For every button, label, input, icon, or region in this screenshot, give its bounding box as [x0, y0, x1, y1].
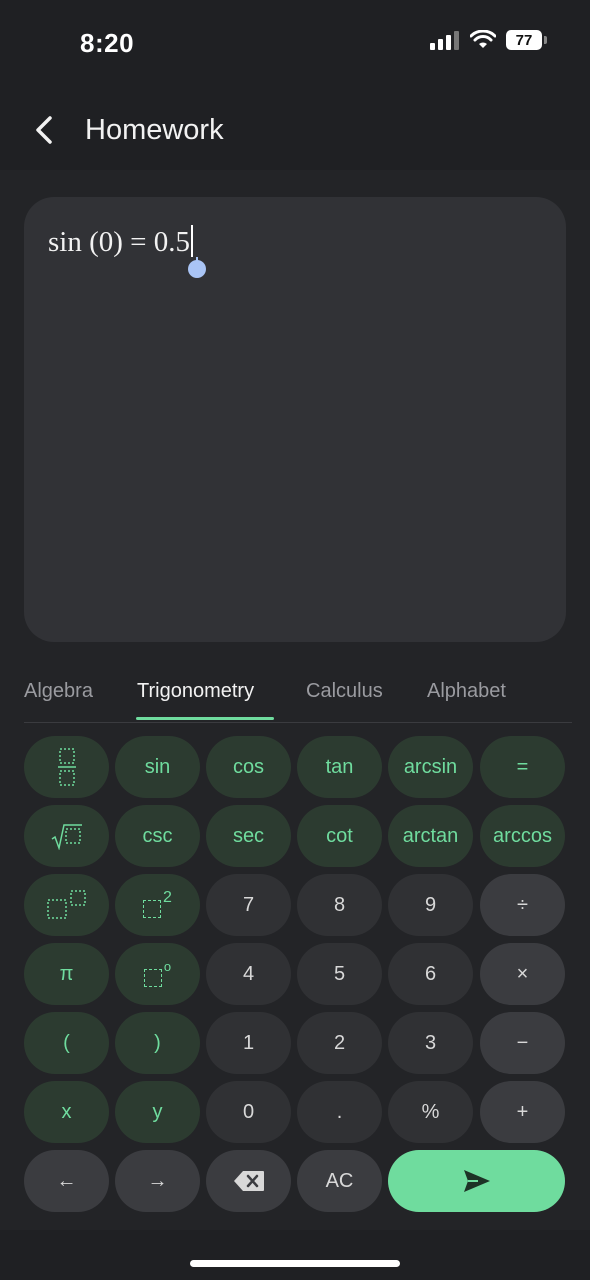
sin-key[interactable]: sin — [115, 736, 200, 798]
status-time: 8:20 — [80, 28, 135, 58]
degree-symbol: o — [163, 958, 172, 974]
status-bar: 8:20 77 — [0, 0, 590, 90]
tab-calculus[interactable]: Calculus — [306, 680, 383, 703]
backspace-icon — [233, 1171, 264, 1191]
sqrt-icon — [51, 824, 82, 850]
digit-1-key[interactable]: 1 — [206, 1012, 291, 1074]
battery-icon: 77 — [506, 30, 547, 50]
digit-0-key[interactable]: 0 — [206, 1081, 291, 1143]
arcsin-key[interactable]: arcsin — [388, 736, 473, 798]
tab-trigonometry[interactable]: Trigonometry — [137, 680, 254, 703]
tan-key[interactable]: tan — [297, 736, 382, 798]
text-caret — [191, 225, 194, 257]
digit-3-key[interactable]: 3 — [388, 1012, 473, 1074]
y-variable-key[interactable]: y — [115, 1081, 200, 1143]
x-variable-key[interactable]: x — [24, 1081, 109, 1143]
decimal-key[interactable]: . — [297, 1081, 382, 1143]
arccos-key[interactable]: arccos — [480, 805, 565, 867]
degree-key[interactable]: o — [115, 943, 200, 1005]
equation-input[interactable]: sin (0) = 0.5 — [48, 225, 194, 259]
equals-key[interactable]: = — [480, 736, 565, 798]
back-arrow-icon[interactable] — [30, 112, 62, 148]
fraction-key[interactable] — [24, 736, 109, 798]
square-key[interactable]: 2 — [115, 874, 200, 936]
fraction-icon — [57, 748, 76, 786]
digit-2-key[interactable]: 2 — [297, 1012, 382, 1074]
open-paren-key[interactable]: ( — [24, 1012, 109, 1074]
cos-key[interactable]: cos — [206, 736, 291, 798]
plus-key[interactable]: + — [480, 1081, 565, 1143]
divide-key[interactable]: ÷ — [480, 874, 565, 936]
cursor-left-key[interactable]: ← — [24, 1150, 109, 1212]
csc-key[interactable]: csc — [115, 805, 200, 867]
cursor-right-key[interactable]: → — [115, 1150, 200, 1212]
close-paren-key[interactable]: ) — [115, 1012, 200, 1074]
sqrt-key[interactable] — [24, 805, 109, 867]
power-icon — [46, 890, 86, 919]
active-tab-indicator — [136, 717, 274, 720]
all-clear-key[interactable]: AC — [297, 1150, 382, 1212]
arctan-key[interactable]: arctan — [388, 805, 473, 867]
digit-5-key[interactable]: 5 — [297, 943, 382, 1005]
page-title: Homework — [85, 114, 224, 146]
app-bar: Homework — [0, 90, 590, 170]
tab-alphabet[interactable]: Alphabet — [427, 680, 506, 703]
square-base-icon — [143, 900, 162, 918]
digit-8-key[interactable]: 8 — [297, 874, 382, 936]
home-indicator[interactable] — [190, 1260, 400, 1267]
status-icons: 77 — [430, 30, 547, 50]
cot-key[interactable]: cot — [297, 805, 382, 867]
multiply-key[interactable]: × — [480, 943, 565, 1005]
digit-4-key[interactable]: 4 — [206, 943, 291, 1005]
signal-icon — [430, 31, 459, 50]
digit-7-key[interactable]: 7 — [206, 874, 291, 936]
equation-text: sin (0) = 0.5 — [48, 226, 191, 258]
pi-key[interactable]: π — [24, 943, 109, 1005]
send-icon — [463, 1170, 490, 1192]
sec-key[interactable]: sec — [206, 805, 291, 867]
backspace-key[interactable] — [206, 1150, 291, 1212]
submit-button[interactable] — [388, 1150, 565, 1212]
equation-editor[interactable]: sin (0) = 0.5 — [24, 197, 566, 642]
digit-9-key[interactable]: 9 — [388, 874, 473, 936]
cursor-handle-icon[interactable] — [188, 257, 206, 279]
wifi-icon — [470, 30, 496, 48]
power-key[interactable] — [24, 874, 109, 936]
digit-6-key[interactable]: 6 — [388, 943, 473, 1005]
tab-algebra[interactable]: Algebra — [24, 680, 93, 703]
minus-key[interactable]: − — [480, 1012, 565, 1074]
square-exponent: 2 — [163, 889, 172, 906]
keyboard-tabs: Algebra Trigonometry Calculus Alphabet — [24, 670, 572, 723]
percent-key[interactable]: % — [388, 1081, 473, 1143]
degree-base-icon — [143, 969, 162, 987]
